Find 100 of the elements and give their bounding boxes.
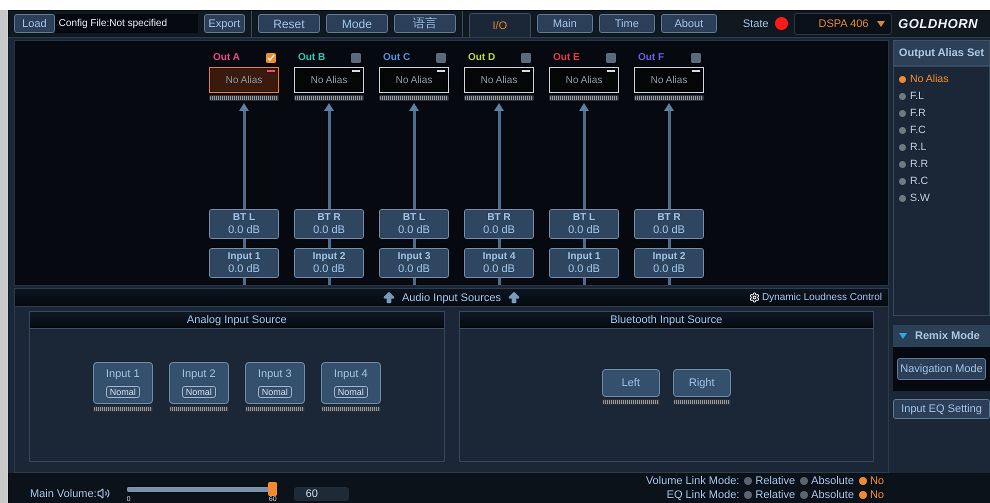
level-meter (379, 95, 449, 101)
input-box[interactable]: Input 3 0.0 dB (379, 248, 449, 278)
gain-value: 0.0 dB (313, 263, 345, 275)
level-meter (672, 399, 731, 405)
mix-box[interactable]: BT L 0.0 dB (549, 209, 619, 239)
alias-box[interactable]: No Alias (549, 67, 619, 93)
alias-option[interactable]: R.L (899, 141, 989, 153)
input-box[interactable]: Input 2 0.0 dB (294, 248, 364, 278)
input-name: Right (688, 377, 715, 389)
export-button[interactable]: Export (204, 14, 245, 33)
mode-tag: Nomal (182, 386, 216, 398)
gain-value: 0.0 dB (653, 224, 685, 236)
alias-option[interactable]: No Alias (899, 73, 989, 85)
slider-thumb[interactable] (268, 482, 278, 496)
mode-tag: Nomal (106, 386, 140, 398)
radio-option[interactable]: Relative (744, 475, 796, 487)
navigation-mode-button[interactable]: Navigation Mode (897, 358, 986, 380)
alias-option[interactable]: R.C (899, 175, 989, 187)
input-box[interactable]: Input 1 0.0 dB (209, 248, 279, 278)
checkbox[interactable] (266, 52, 276, 62)
mix-box[interactable]: BT R 0.0 dB (634, 209, 704, 239)
checkbox[interactable] (351, 52, 361, 62)
input-box[interactable]: Input 4 0.0 dB (464, 248, 534, 278)
toolbar-button[interactable]: Reset (258, 14, 320, 33)
radio-option[interactable]: Absolute (800, 475, 854, 487)
channel-name: BT R (487, 212, 511, 223)
level-meter (168, 406, 229, 412)
device-dropdown[interactable]: DSPA 406 (794, 12, 892, 34)
up-arrow-icon (507, 290, 522, 304)
alias-box[interactable]: No Alias (209, 67, 279, 93)
alias-box[interactable]: No Alias (294, 67, 364, 93)
config-file-field: Config File:Not specified (54, 14, 198, 33)
toolbar-button[interactable]: Mode (326, 14, 388, 33)
alias-option[interactable]: R.R (899, 158, 989, 170)
remix-header[interactable]: Remix Mode (893, 325, 990, 347)
input-card[interactable]: Input 3 Nomal (244, 362, 305, 404)
toolbar-button[interactable]: 语言 (394, 14, 456, 33)
mode-tag: Nomal (258, 386, 292, 398)
mix-box[interactable]: BT L 0.0 dB (209, 209, 279, 239)
channel-name: BT L (572, 212, 596, 223)
output-label: Out F (638, 52, 664, 63)
gain-value: 0.0 dB (568, 263, 600, 275)
alias-option[interactable]: F.C (899, 124, 989, 136)
input-card[interactable]: Input 1 Nomal (92, 362, 153, 404)
alias-box[interactable]: No Alias (634, 67, 704, 93)
channel-name: Input 3 (398, 251, 430, 262)
load-button[interactable]: Load (14, 14, 55, 33)
tab[interactable]: About (660, 14, 717, 33)
input-card[interactable]: Input 4 Nomal (320, 362, 381, 404)
gain-value: 0.0 dB (398, 224, 430, 236)
checkbox[interactable] (606, 52, 616, 62)
tab[interactable]: I/O (468, 13, 531, 37)
radio-option[interactable]: No (858, 475, 884, 487)
channel-name: Input 1 (228, 251, 260, 262)
output-label: Out B (298, 52, 326, 63)
input-eq-button[interactable]: Input EQ Setting (893, 399, 990, 419)
level-meter (634, 95, 704, 101)
channel-name: BT R (317, 212, 341, 223)
checkbox[interactable] (521, 52, 531, 62)
input-card[interactable]: Left (602, 369, 660, 397)
alias-option[interactable]: F.L (899, 90, 989, 102)
tab[interactable]: Time (598, 14, 655, 33)
radio-option[interactable]: No (858, 489, 884, 501)
gain-value: 0.0 dB (653, 263, 685, 275)
gain-value: 0.0 dB (568, 224, 600, 236)
input-name: Input 1 (106, 368, 140, 380)
mix-box[interactable]: BT R 0.0 dB (294, 209, 364, 239)
input-box[interactable]: Input 1 0.0 dB (549, 248, 619, 278)
gain-value: 0.0 dB (483, 263, 515, 275)
volume-value: 60 (306, 488, 318, 500)
radio-option[interactable]: Relative (744, 489, 796, 501)
output-label: Out C (383, 52, 410, 63)
panel-title: Analog Input Source (186, 314, 287, 326)
input-box[interactable]: Input 2 0.0 dB (634, 248, 704, 278)
tab[interactable]: Main (536, 14, 593, 33)
level-meter (549, 95, 619, 101)
checkbox[interactable] (436, 52, 446, 62)
output-label: Out E (553, 52, 580, 63)
level-meter (244, 406, 305, 412)
output-label: Out D (468, 52, 496, 63)
alias-option[interactable]: S.W (899, 192, 989, 204)
mix-box[interactable]: BT L 0.0 dB (379, 209, 449, 239)
input-card[interactable]: Right (672, 369, 731, 397)
checkbox[interactable] (691, 52, 701, 62)
input-card[interactable]: Input 2 Nomal (168, 362, 229, 404)
input-name: Input 3 (258, 368, 292, 380)
link-mode-label: EQ Link Mode: (666, 489, 740, 501)
panel-title: Output Alias Set (898, 47, 984, 59)
level-meter (92, 406, 153, 412)
level-meter (602, 399, 660, 405)
gain-value: 0.0 dB (313, 224, 345, 236)
alias-box[interactable]: No Alias (379, 67, 449, 93)
volume-label: Main Volume: (30, 488, 97, 500)
loudness-link[interactable]: Dynamic Loudness Control (762, 292, 882, 303)
input-name: Input 4 (334, 368, 368, 380)
mix-box[interactable]: BT R 0.0 dB (464, 209, 534, 239)
alias-box[interactable]: No Alias (464, 67, 534, 93)
panel-title: Bluetooth Input Source (610, 314, 722, 326)
radio-option[interactable]: Absolute (800, 489, 854, 501)
alias-option[interactable]: F.R (899, 107, 989, 119)
